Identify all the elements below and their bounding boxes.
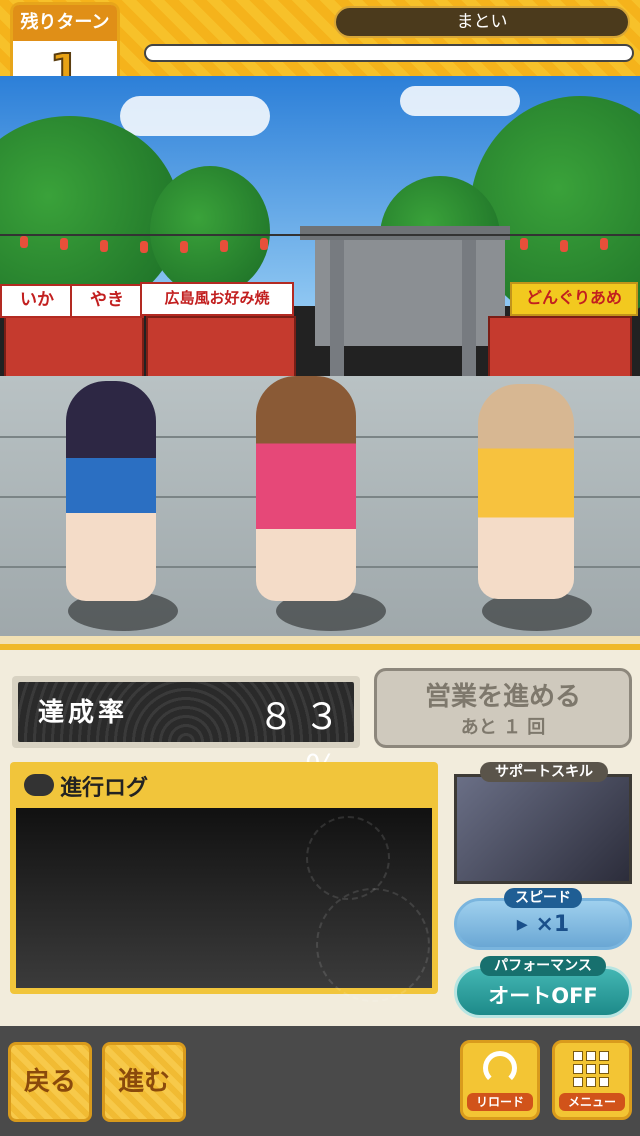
lantern [180, 241, 188, 253]
scene-border [0, 636, 640, 644]
lantern [600, 238, 608, 250]
forward-button[interactable]: 進む [102, 1042, 186, 1122]
lantern [220, 240, 228, 252]
reload-label: リロード [467, 1093, 533, 1111]
stall [146, 316, 296, 384]
stall-sign: 広島風お好み焼 [140, 282, 294, 316]
advance-remaining-count: あと １ 回 [460, 717, 546, 738]
remaining-turns-label: 残りターン [13, 5, 117, 41]
stall-sign: どんぐりあめ [510, 282, 638, 316]
progress-log-title: 進行ログ [60, 776, 149, 801]
torii-pillar [462, 240, 476, 380]
firework-pattern [316, 888, 430, 1002]
chat-bubble-icon [24, 774, 54, 796]
character-center[interactable] [256, 376, 356, 601]
torii-pillar [330, 240, 344, 380]
speed-value: ▸ ×1 [516, 912, 570, 937]
festival-scene: いか やき 広島風お好み焼 どんぐりあめ [0, 76, 640, 644]
advance-business-button[interactable]: 営業を進める あと １ 回 [374, 668, 632, 748]
progress-log-body[interactable] [16, 808, 432, 1002]
torii-gate [300, 226, 510, 240]
performance-label: パフォーマンス [480, 956, 606, 976]
stall [4, 316, 144, 384]
reload-icon [483, 1051, 517, 1085]
lantern [100, 240, 108, 252]
cloud [400, 86, 520, 116]
cloud [120, 96, 270, 136]
character-right[interactable] [478, 384, 574, 599]
character-left[interactable] [66, 381, 156, 601]
lantern [520, 238, 528, 250]
stall-sign: いか [0, 284, 74, 318]
lantern [60, 238, 68, 250]
advance-business-label: 営業を進める [424, 682, 581, 712]
lantern [20, 236, 28, 248]
speed-label: スピード [504, 888, 582, 908]
grid-menu-icon [573, 1051, 613, 1091]
menu-label: メニュー [559, 1093, 625, 1111]
lantern [140, 241, 148, 253]
stall-sign: やき [70, 284, 144, 318]
performance-value: オートOFF [488, 984, 598, 1008]
tree [150, 166, 270, 296]
achievement-rate-label: 達成率 [38, 698, 129, 728]
lantern [260, 238, 268, 250]
menu-button[interactable]: メニュー [552, 1040, 632, 1120]
support-skill-label: サポートスキル [480, 762, 608, 782]
stall [488, 316, 632, 384]
support-skill-portrait[interactable] [454, 774, 632, 884]
lantern-string [0, 234, 640, 236]
unit-name: まとい [334, 6, 630, 38]
lantern [560, 240, 568, 252]
bottom-bar [0, 1026, 640, 1136]
back-button[interactable]: 戻る [8, 1042, 92, 1122]
reload-button[interactable]: リロード [460, 1040, 540, 1120]
progress-bar [144, 44, 634, 62]
